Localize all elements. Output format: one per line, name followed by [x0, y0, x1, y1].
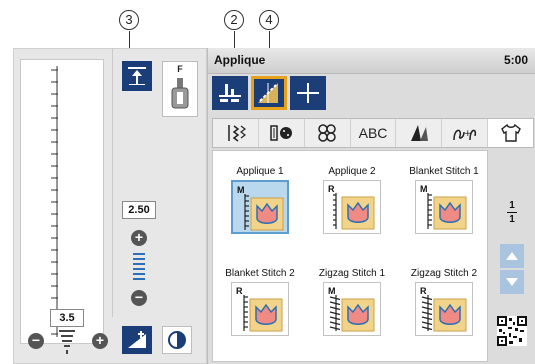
stitch-label: Applique 1	[236, 166, 284, 177]
stitch-edge-button[interactable]	[251, 76, 287, 110]
auto-lock-button[interactable]	[122, 326, 152, 354]
title-bar: Applique 5:00	[208, 48, 535, 74]
tulip-applique-icon	[427, 193, 467, 230]
tab-decorative[interactable]	[305, 119, 351, 147]
presser-foot-indicator: F	[162, 61, 198, 117]
left-panel: F 2.50 + − 3.5 − +	[13, 48, 207, 364]
tulip-applique-icon	[333, 193, 375, 230]
qr-code[interactable]	[497, 316, 527, 346]
character-stitch-label: ABC	[358, 125, 388, 141]
stitch-cell[interactable]: Blanket Stitch 2 R	[219, 255, 301, 336]
mirror-icon	[168, 331, 186, 349]
qr-code-icon	[497, 316, 527, 346]
page-current: 1	[509, 200, 515, 211]
stitch-label: Blanket Stitch 2	[225, 268, 295, 279]
length-plus-button[interactable]: +	[92, 333, 108, 349]
tab-garment[interactable]	[488, 119, 534, 147]
stitch-thumbnail: M	[415, 180, 473, 234]
decorative-stitch-icon	[318, 124, 336, 142]
needle-up-down-button[interactable]	[122, 61, 152, 91]
tulip-applique-icon	[243, 295, 283, 332]
stitch-cell[interactable]: Applique 1 M	[219, 153, 301, 234]
stitch-preview	[20, 59, 104, 344]
stitch-category-tabs: ABC +	[212, 118, 534, 148]
stitch-label: Applique 2	[328, 166, 376, 177]
tab-combination[interactable]: +	[442, 119, 489, 147]
stitch-thumbnail: M	[323, 282, 381, 336]
clock: 5:00	[503, 53, 528, 67]
stitch-length-icon	[59, 330, 75, 354]
tab-buttonhole[interactable]	[259, 119, 305, 147]
quilting-stitch-icon	[410, 125, 428, 141]
page-indicator: 1 1	[500, 200, 524, 225]
utility-stitch-icon	[228, 125, 247, 142]
width-minus-button[interactable]: −	[131, 290, 147, 306]
length-minus-button[interactable]: −	[28, 333, 44, 349]
panel-divider	[112, 49, 113, 317]
garment-icon	[500, 123, 521, 142]
tab-utility[interactable]	[213, 119, 259, 147]
fabric-feed-icon	[219, 84, 241, 102]
auto-lock-icon	[128, 331, 146, 348]
tulip-applique-icon	[244, 194, 284, 231]
arrow-up-icon	[506, 252, 518, 260]
needle-up-down-icon	[128, 67, 146, 85]
stitch-thumbnail: R	[231, 282, 289, 336]
stitch-length-value: 3.5	[50, 309, 84, 327]
stitch-width-value: 2.50	[122, 201, 156, 219]
sewing-machine-screen: 3 2 4 F 2.50 + − 3.5 − + Applique 5:00 A…	[0, 0, 535, 364]
presser-foot-letter: F	[177, 64, 183, 74]
combination-stitch-icon: +	[452, 129, 476, 141]
buttonhole-icon	[270, 125, 293, 141]
stitch-edge-icon	[258, 83, 278, 103]
page-up-button[interactable]	[500, 244, 524, 268]
stitch-cell[interactable]: Blanket Stitch 1 M	[403, 153, 485, 234]
stitch-thumbnail: M	[231, 180, 289, 234]
width-plus-button[interactable]: +	[131, 230, 147, 246]
stitch-cell[interactable]: Zigzag Stitch 1 M	[311, 255, 393, 336]
arrow-down-icon	[506, 278, 518, 286]
callout-3: 3	[119, 10, 139, 30]
stitch-thumbnail: R	[323, 180, 381, 234]
tab-quilting[interactable]	[396, 119, 443, 147]
stitch-label: Zigzag Stitch 1	[318, 268, 386, 279]
presser-foot-icon	[171, 78, 189, 109]
stitch-cell[interactable]: Applique 2 R	[311, 153, 393, 234]
stitch-pattern-grid: Applique 1 M Applique 2 R Blanket Stitch 1MB…	[212, 150, 488, 362]
stitch-width-icon	[133, 253, 145, 280]
tulip-applique-icon	[329, 295, 375, 332]
page-down-button[interactable]	[500, 270, 524, 294]
callout-2: 2	[224, 10, 244, 30]
function-toolbar	[212, 76, 326, 112]
needle-position-icon	[297, 83, 319, 103]
mode-title: Applique	[214, 53, 266, 67]
tab-character[interactable]: ABC	[351, 119, 397, 147]
callout-4: 4	[259, 10, 279, 30]
mirror-image-button[interactable]	[162, 326, 192, 354]
tulip-applique-icon	[421, 295, 467, 332]
stitch-label: Blanket Stitch 1	[409, 166, 479, 177]
needle-position-button[interactable]	[290, 76, 326, 110]
fabric-feed-button[interactable]	[212, 76, 248, 110]
stitch-cell[interactable]: Zigzag Stitch 2 R	[403, 255, 485, 336]
right-panel: Applique 5:00 ABC + Applique 1 M Appliqu…	[207, 48, 535, 364]
stitch-label: Zigzag Stitch 2	[410, 268, 478, 279]
page-total: 1	[509, 214, 515, 225]
stitch-thumbnail: R	[415, 282, 473, 336]
